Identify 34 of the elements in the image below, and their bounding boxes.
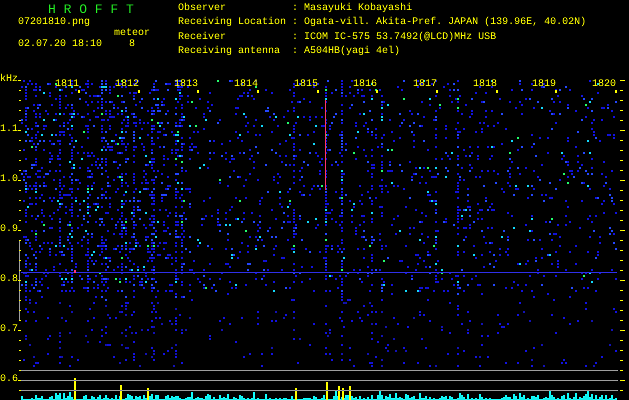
info-label: Receiver bbox=[178, 32, 228, 44]
time-label: 1819 bbox=[532, 79, 556, 90]
info-separator: : bbox=[292, 32, 298, 44]
time-label: 1817 bbox=[412, 79, 437, 90]
file-name: 07201810.png bbox=[18, 17, 92, 28]
time-label: 1816 bbox=[352, 79, 377, 90]
time-label: 1811 bbox=[54, 79, 79, 90]
info-value: ICOM IC-575 53.7492(@LCD)MHz USB bbox=[304, 32, 498, 44]
frequency-label: 0.8 bbox=[0, 274, 18, 286]
app-title: H R O F F T bbox=[47, 3, 135, 17]
info-value: A504HB(yagi 4el) bbox=[304, 46, 402, 59]
info-value: Ogata-vill. Akita-Pref. JAPAN (139.96E, 40.02N) bbox=[304, 17, 586, 30]
frequency-label: 1.1 bbox=[0, 124, 18, 136]
info-separator: : bbox=[292, 17, 298, 30]
time-label: 1820 bbox=[592, 79, 616, 90]
frequency-label: 1.0 bbox=[0, 174, 18, 186]
time-label: 1818 bbox=[472, 79, 497, 90]
meteor-label: meteor bbox=[114, 28, 152, 39]
time-label: 1813 bbox=[174, 79, 198, 90]
frequency-label: 0.6 bbox=[0, 374, 18, 386]
time-label: 1815 bbox=[294, 79, 318, 90]
frequency-label: 0.7 bbox=[0, 324, 18, 336]
info-value: Masayuki Kobayashi bbox=[304, 3, 414, 16]
info-separator: : bbox=[292, 3, 298, 16]
info-label: Observer bbox=[178, 3, 228, 16]
meteor-count: 8 bbox=[128, 39, 136, 50]
date-time: 02.07.20 18:10 bbox=[18, 39, 104, 50]
info-label: Receiving Location bbox=[178, 17, 286, 30]
frequency-label: 0.9 bbox=[0, 224, 18, 236]
info-label: Receiving antenna bbox=[178, 46, 282, 59]
time-label: 1814 bbox=[234, 79, 258, 90]
unit-label: kHz bbox=[0, 74, 18, 86]
time-label: 1812 bbox=[114, 79, 139, 90]
info-separator: : bbox=[292, 46, 298, 59]
